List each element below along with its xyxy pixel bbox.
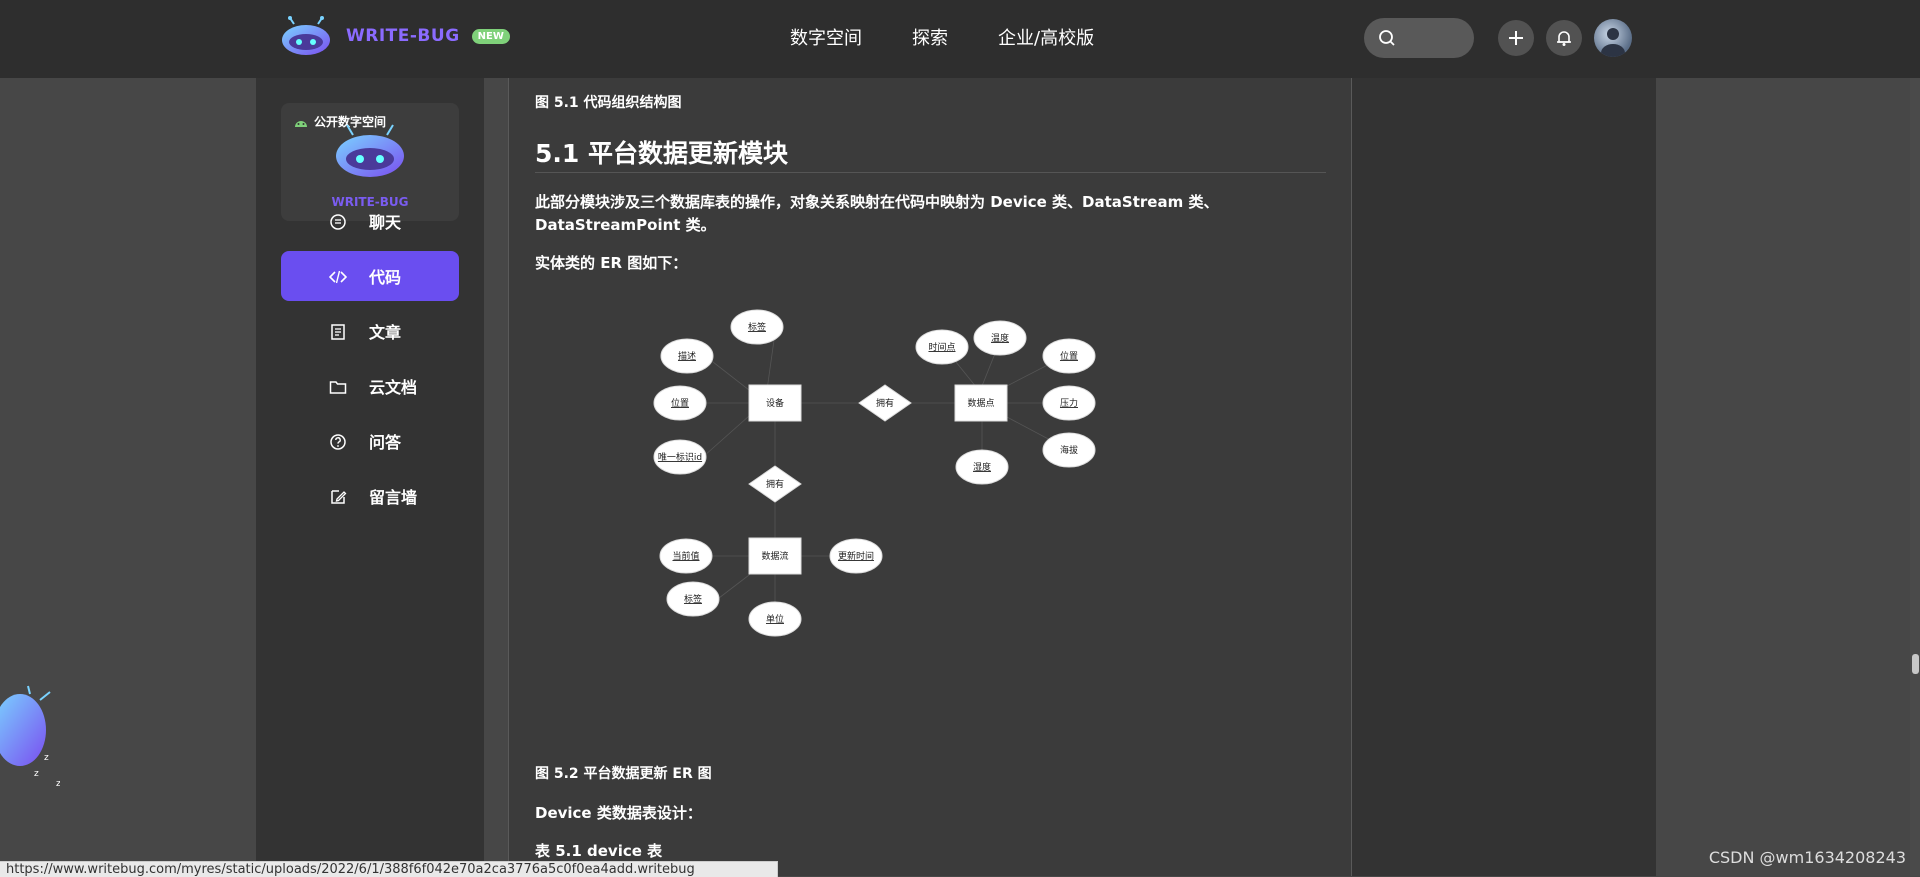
figure-caption: 图 5.2 平台数据更新 ER 图 [535, 766, 712, 782]
sidebar-item-chat[interactable]: 聊天 [281, 196, 459, 246]
er-intro: 实体类的 ER 图如下： [535, 254, 688, 272]
er-attr-label: 标签 [748, 321, 766, 333]
sidebar-item-label: 文章 [369, 323, 402, 342]
er-attr-label: 标签 [684, 593, 702, 605]
er-attr-label: 描述 [678, 350, 696, 362]
er-attr-label: 更新时间 [838, 550, 874, 562]
floating-mascot-icon[interactable]: z z z [0, 670, 60, 790]
avatar[interactable] [1594, 19, 1632, 57]
main-nav: 数字空间 探索 企业/高校版 [790, 24, 1094, 50]
er-attr-label: 温度 [991, 332, 1009, 344]
status-bar-url: https://www.writebug.com/myres/static/up… [0, 861, 778, 877]
watermark: CSDN @wm1634208243 [1708, 848, 1906, 867]
paragraph-line: 此部分模块涉及三个数据库表的操作，对象关系映射在代码中映射为 Device 类、… [535, 193, 1219, 211]
nav-digital-space[interactable]: 数字空间 [790, 24, 862, 50]
sidebar-item-label: 云文档 [369, 378, 418, 397]
scrollbar-thumb[interactable] [1912, 654, 1919, 674]
sidebar-item-label: 问答 [369, 433, 402, 452]
er-attr-label: 湿度 [973, 461, 991, 473]
sidebar-item-cloud-docs[interactable]: 云文档 [281, 361, 459, 411]
er-attr-label: 时间点 [928, 341, 955, 353]
right-panel [1352, 78, 1656, 876]
er-attr-label: 位置 [671, 397, 689, 409]
mascot-icon [336, 124, 404, 177]
er-attr-label: 海拔 [1060, 444, 1078, 456]
logo-text: WRITE-BUG [346, 26, 460, 46]
android-icon [295, 120, 307, 127]
notifications-button[interactable] [1546, 20, 1582, 56]
er-relation-label: 拥有 [766, 478, 784, 490]
sidebar-item-message-wall[interactable]: 留言墙 [281, 471, 459, 521]
er-entity-datastream-label: 数据流 [761, 550, 788, 562]
er-attr-label: 当前值 [672, 550, 699, 562]
nav-explore[interactable]: 探索 [912, 24, 948, 50]
sidebar-item-label: 代码 [369, 268, 402, 287]
article-icon [331, 324, 345, 340]
sidebar-item-label: 聊天 [369, 213, 402, 232]
new-badge: NEW [471, 28, 510, 44]
article-content: 图 5.1 代码组织结构图 5.1 平台数据更新模块 此部分模块涉及三个数据库表… [508, 78, 1352, 876]
top-navigation-bar: WRITE-BUG NEW 数字空间 探索 企业/高校版 [0, 0, 1920, 78]
svg-text:z: z [34, 769, 39, 779]
sidebar-item-label: 留言墙 [369, 488, 418, 507]
site-logo[interactable]: WRITE-BUG NEW [280, 16, 510, 56]
table-caption: 表 5.1 device 表 [535, 842, 663, 860]
search-icon [1379, 30, 1395, 46]
er-relation-label: 拥有 [876, 397, 894, 409]
er-attr-label: 压力 [1060, 397, 1078, 409]
left-sidebar: 公开数字空间 WRITE-BUG 聊天 代码 文章 云文档 问答 留言墙 [256, 78, 484, 876]
create-button[interactable] [1498, 20, 1534, 56]
sidebar-item-code[interactable]: 代码 [281, 251, 459, 301]
edit-icon [331, 490, 347, 504]
search-input[interactable] [1364, 18, 1474, 58]
svg-text:z: z [56, 779, 60, 789]
chat-icon [330, 214, 346, 230]
er-attr-label: 单位 [766, 613, 784, 625]
table-intro: Device 类数据表设计： [535, 804, 702, 822]
question-icon [330, 434, 346, 450]
nav-enterprise[interactable]: 企业/高校版 [998, 24, 1094, 50]
bell-icon [1557, 31, 1571, 46]
paragraph-line: DataStreamPoint 类。 [535, 216, 716, 234]
svg-text:z: z [44, 753, 49, 763]
mascot-logo-icon [280, 16, 332, 56]
sidebar-item-article[interactable]: 文章 [281, 306, 459, 356]
title-divider [535, 172, 1326, 173]
section-title: 5.1 平台数据更新模块 [535, 139, 788, 168]
er-entity-device-label: 设备 [766, 397, 784, 409]
sidebar-item-qa[interactable]: 问答 [281, 416, 459, 466]
er-diagram: 设备 数据点 数据流 拥有 拥有 标签 描述 位置 唯一标识id 时间点 温度 … [653, 309, 1096, 637]
folder-icon [329, 381, 347, 394]
plus-icon [1509, 31, 1523, 45]
er-entity-datapoint-label: 数据点 [967, 397, 994, 409]
figure-caption: 图 5.1 代码组织结构图 [535, 95, 682, 111]
page-scrollbar[interactable] [1910, 0, 1920, 876]
code-icon [329, 270, 347, 284]
er-attr-label: 唯一标识id [658, 451, 702, 463]
er-attr-label: 位置 [1060, 350, 1078, 362]
